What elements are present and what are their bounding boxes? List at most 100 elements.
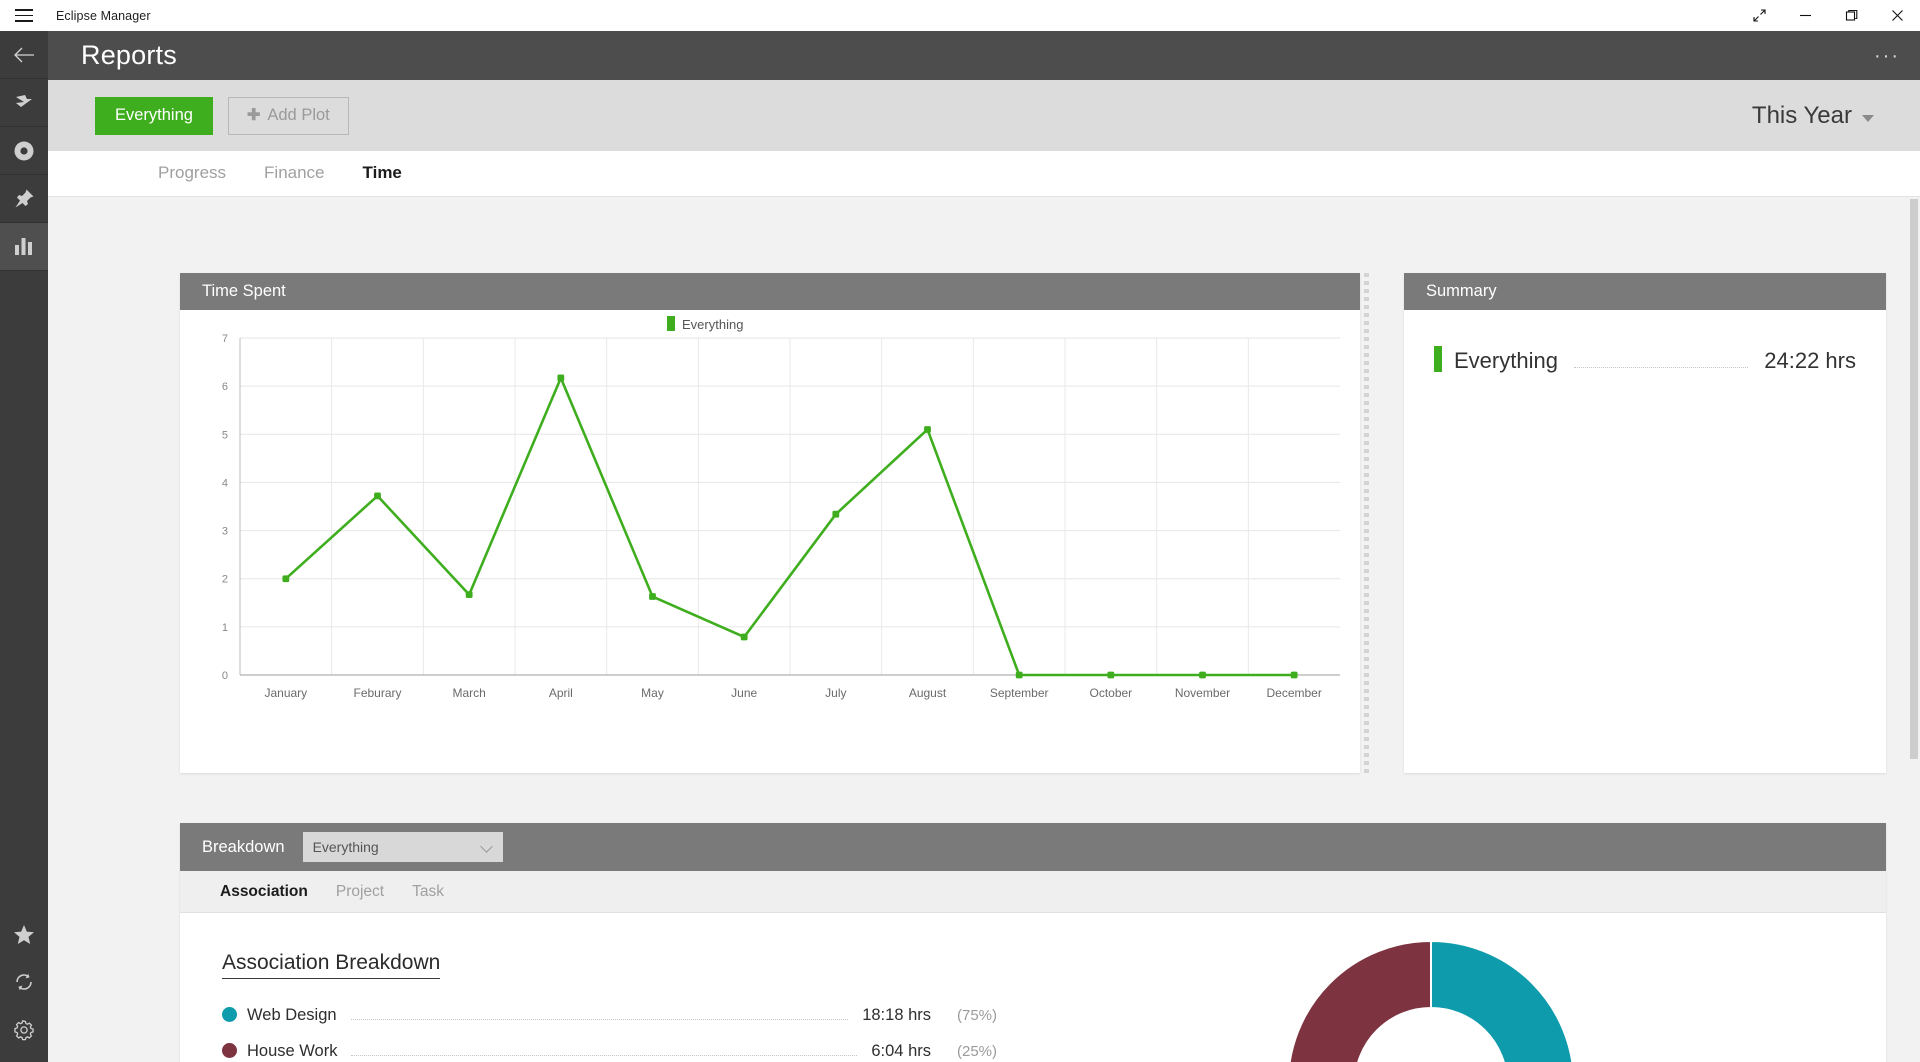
color-swatch-icon — [1434, 346, 1442, 372]
svg-text:December: December — [1266, 686, 1321, 700]
svg-text:October: October — [1089, 686, 1132, 700]
scrollbar-thumb[interactable] — [1910, 199, 1918, 759]
dot-leader — [351, 1019, 849, 1020]
window-controls — [1736, 0, 1920, 31]
list-item[interactable]: House Work 6:04 hrs (25%) — [222, 1041, 997, 1061]
hamburger-menu-icon[interactable] — [0, 0, 48, 31]
summary-card-header: Summary — [1404, 273, 1886, 310]
list-item-label: House Work — [247, 1042, 337, 1061]
svg-text:June: June — [731, 686, 757, 700]
expand-icon[interactable] — [1736, 0, 1782, 31]
date-range-dropdown[interactable]: This Year — [1752, 102, 1874, 130]
pin-icon — [14, 188, 35, 209]
tab-task[interactable]: Task — [412, 883, 444, 901]
sidebar-item-settings[interactable] — [0, 1006, 48, 1054]
sidebar-item-record[interactable] — [0, 127, 48, 175]
svg-text:April: April — [549, 686, 573, 700]
sidebar-item-sync[interactable] — [0, 958, 48, 1006]
list-item-hours: 18:18 hrs — [862, 1006, 931, 1025]
svg-text:5: 5 — [222, 429, 228, 441]
breakdown-title: Breakdown — [202, 838, 285, 857]
gear-icon — [13, 1019, 35, 1041]
svg-text:May: May — [641, 686, 664, 700]
summary-row-value: 24:22 hrs — [1764, 348, 1856, 374]
svg-text:August: August — [909, 686, 947, 700]
color-dot-icon — [222, 1043, 237, 1058]
left-sidebar — [0, 31, 48, 1062]
svg-text:January: January — [264, 686, 307, 700]
page-title: Reports — [81, 40, 177, 71]
breakdown-list: Web Design 18:18 hrs (75%) House Work 6:… — [222, 1005, 997, 1061]
sidebar-item-favorites[interactable] — [0, 910, 48, 958]
chevron-down-icon — [1862, 115, 1874, 122]
time-spent-card: Time Spent Everything01234567JanuaryFebu… — [180, 273, 1360, 773]
svg-text:Everything: Everything — [682, 317, 743, 332]
summary-body: Everything 24:22 hrs — [1404, 310, 1886, 374]
everything-filter-button[interactable]: Everything — [95, 97, 213, 135]
summary-card: Summary Everything 24:22 hrs — [1404, 273, 1886, 773]
breakdown-filter-value: Everything — [313, 839, 379, 855]
time-spent-title: Time Spent — [202, 282, 286, 301]
back-arrow-icon — [13, 46, 35, 64]
svg-text:2: 2 — [222, 574, 228, 586]
svg-text:1: 1 — [222, 622, 228, 634]
summary-title: Summary — [1426, 282, 1497, 301]
toolbar: Everything ✚ Add Plot This Year — [48, 80, 1920, 151]
overflow-menu-icon[interactable]: ··· — [1868, 43, 1906, 69]
tab-project[interactable]: Project — [336, 883, 384, 901]
tab-time[interactable]: Time — [363, 163, 402, 185]
tab-progress[interactable]: Progress — [158, 163, 226, 185]
sidebar-item-pin[interactable] — [0, 175, 48, 223]
content-scrollbar[interactable] — [1908, 197, 1920, 1062]
list-item-percent: (75%) — [941, 1007, 997, 1024]
time-spent-card-header: Time Spent — [180, 273, 1360, 310]
add-plot-button[interactable]: ✚ Add Plot — [228, 97, 349, 135]
tab-finance[interactable]: Finance — [264, 163, 324, 185]
summary-row: Everything 24:22 hrs — [1434, 342, 1856, 374]
list-item-percent: (25%) — [941, 1043, 997, 1060]
svg-text:March: March — [452, 686, 485, 700]
minimize-icon[interactable] — [1782, 0, 1828, 31]
refresh-icon — [13, 971, 35, 993]
breakdown-body: Association Breakdown Web Design 18:18 h… — [180, 913, 1886, 1062]
breakdown-filter-select[interactable]: Everything — [303, 832, 503, 862]
report-content: Time Spent Everything01234567JanuaryFebu… — [48, 197, 1920, 1062]
sidebar-item-bird[interactable] — [0, 79, 48, 127]
svg-text:4: 4 — [222, 477, 228, 489]
close-icon[interactable] — [1874, 0, 1920, 31]
svg-text:0: 0 — [222, 670, 228, 682]
record-circle-icon — [13, 140, 35, 162]
date-range-label: This Year — [1752, 102, 1852, 130]
dot-leader — [1574, 367, 1748, 368]
breakdown-tabs: Association Project Task — [180, 871, 1886, 913]
time-spent-chart[interactable]: Everything01234567JanuaryFeburaryMarchAp… — [180, 310, 1360, 773]
color-dot-icon — [222, 1007, 237, 1022]
bird-icon — [13, 93, 35, 113]
summary-row-label: Everything — [1454, 348, 1558, 374]
page-header: Reports ··· — [48, 31, 1920, 80]
association-donut-chart[interactable] — [1286, 939, 1576, 1062]
window-titlebar: Eclipse Manager — [0, 0, 1920, 31]
chart-bar-icon — [14, 237, 35, 256]
tab-association[interactable]: Association — [220, 883, 308, 901]
svg-text:3: 3 — [222, 526, 228, 538]
dot-leader — [351, 1055, 857, 1056]
chevron-down-icon — [480, 840, 493, 853]
star-icon — [13, 924, 35, 945]
list-item[interactable]: Web Design 18:18 hrs (75%) — [222, 1005, 997, 1025]
maximize-icon[interactable] — [1828, 0, 1874, 31]
svg-text:July: July — [825, 686, 846, 700]
chart-horizontal-scroll-hint[interactable] — [1364, 273, 1369, 773]
add-plot-label: Add Plot — [267, 106, 329, 125]
sidebar-item-reports[interactable] — [0, 223, 48, 271]
sidebar-item-back[interactable] — [0, 31, 48, 79]
plus-icon: ✚ — [247, 108, 260, 124]
svg-text:Feburary: Feburary — [353, 686, 401, 700]
list-item-hours: 6:04 hrs — [871, 1042, 931, 1061]
sidebar-bottom-group — [0, 910, 48, 1054]
breakdown-card: Breakdown Everything Association Project… — [180, 823, 1886, 1062]
window-title: Eclipse Manager — [56, 9, 151, 23]
svg-text:September: September — [990, 686, 1049, 700]
breakdown-section-title: Association Breakdown — [222, 951, 440, 979]
breakdown-card-header: Breakdown Everything — [180, 823, 1886, 871]
